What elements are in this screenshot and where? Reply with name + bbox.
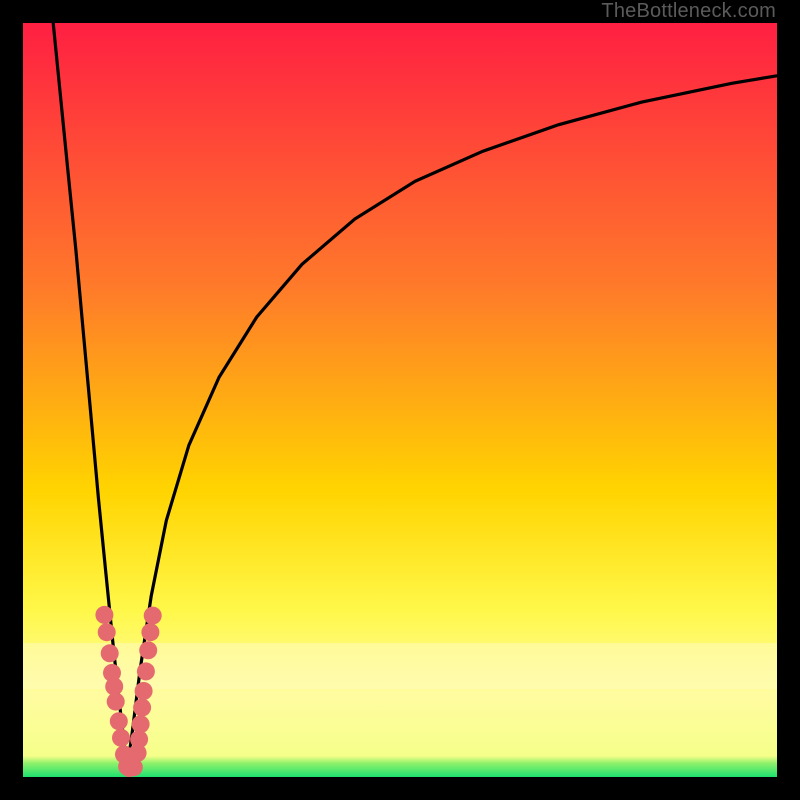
data-point <box>141 623 159 641</box>
data-point <box>132 715 150 733</box>
chart-frame <box>23 23 777 777</box>
watermark-text: TheBottleneck.com <box>601 0 776 23</box>
data-point <box>133 699 151 717</box>
data-point <box>139 641 157 659</box>
data-point <box>137 662 155 680</box>
data-point <box>110 712 128 730</box>
pale-band <box>23 643 777 689</box>
data-point <box>98 623 116 641</box>
data-point <box>101 644 119 662</box>
data-point <box>107 693 125 711</box>
data-point <box>112 729 130 747</box>
data-point <box>95 606 113 624</box>
bottleneck-chart <box>23 23 777 777</box>
data-point <box>135 682 153 700</box>
data-point <box>144 607 162 625</box>
